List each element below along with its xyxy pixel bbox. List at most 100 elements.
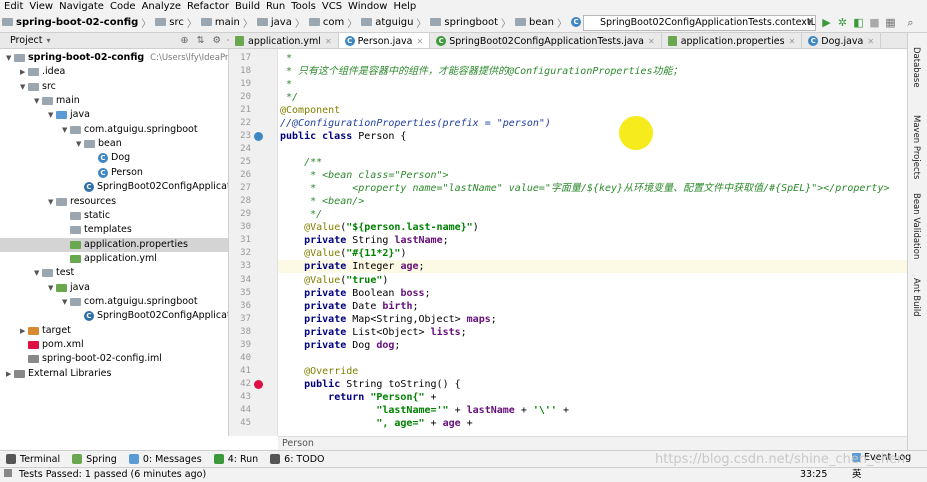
- code-line[interactable]: "lastName='" + lastName + '\'' +: [280, 404, 569, 417]
- expand-arrow-icon[interactable]: ▼: [62, 123, 70, 137]
- tree-item-target[interactable]: ▶ target: [20, 324, 71, 338]
- code-line[interactable]: @Value("${person.last-name}"): [280, 221, 479, 234]
- expand-arrow-icon[interactable]: ▶: [20, 65, 28, 79]
- code-editor[interactable]: * * 只有这个组件是容器中的组件，才能容器提供的@ConfigurationP…: [278, 49, 907, 436]
- run-config-select[interactable]: SpringBoot02ConfigApplicationTests.conte…: [583, 15, 816, 31]
- debug-icon[interactable]: ✲: [836, 16, 849, 29]
- tab-application-yml[interactable]: application.yml ✕: [229, 33, 339, 48]
- search-icon[interactable]: ⌕: [904, 16, 917, 29]
- menu-item-refactor[interactable]: Refactor: [187, 1, 229, 12]
- code-line[interactable]: private Map<String,Object> maps;: [280, 313, 497, 326]
- menu-item-navigate[interactable]: Navigate: [59, 1, 104, 12]
- coverage-icon[interactable]: ◧: [852, 16, 865, 29]
- tool-window-0-messages[interactable]: 0: Messages: [128, 454, 202, 465]
- code-line[interactable]: @Component: [280, 104, 340, 117]
- stop-icon[interactable]: ■: [868, 16, 881, 29]
- code-line[interactable]: * <property name="lastName" value="字面量/$…: [280, 182, 889, 195]
- tree-item-static[interactable]: static: [62, 209, 110, 223]
- close-icon[interactable]: ✕: [867, 37, 874, 46]
- menu-item-edit[interactable]: Edit: [4, 1, 23, 12]
- code-line[interactable]: * <bean class="Person">: [280, 169, 448, 182]
- breadcrumb-atguigu[interactable]: atguigu 〉: [361, 15, 426, 30]
- tree-item--idea[interactable]: ▶ .idea: [20, 65, 65, 79]
- code-line[interactable]: @Value("#{11*2}"): [280, 247, 406, 260]
- tree-item-external-libraries[interactable]: ▶ External Libraries: [6, 367, 111, 381]
- tree-item-dog[interactable]: C Dog: [90, 151, 130, 165]
- code-line[interactable]: public String toString() {: [280, 378, 461, 391]
- menu-item-run[interactable]: Run: [266, 1, 285, 12]
- menu-item-window[interactable]: Window: [348, 1, 387, 12]
- project-panel-title[interactable]: Project: [10, 35, 43, 46]
- close-icon[interactable]: ✕: [417, 37, 424, 46]
- expand-arrow-icon[interactable]: ▼: [34, 266, 42, 280]
- tool-window-6-todo[interactable]: 6: TODO: [270, 454, 325, 465]
- breadcrumb-src[interactable]: src 〉: [155, 15, 197, 30]
- code-line[interactable]: *: [280, 52, 298, 65]
- breadcrumb-springboot[interactable]: springboot 〉: [430, 15, 511, 30]
- tree-item-spring-boot-02-config-iml[interactable]: spring-boot-02-config.iml: [20, 352, 162, 366]
- expand-arrow-icon[interactable]: ▼: [48, 195, 56, 209]
- layout-icon[interactable]: ▦: [884, 16, 897, 29]
- settings-icon[interactable]: ⊕: [181, 35, 189, 46]
- menu-item-tools[interactable]: Tools: [291, 1, 316, 12]
- code-line[interactable]: private List<Object> lists;: [280, 326, 467, 339]
- tree-item-bean[interactable]: ▼ bean: [76, 137, 122, 151]
- expand-arrow-icon[interactable]: ▶: [20, 324, 28, 338]
- tool-window-spring[interactable]: Spring: [72, 454, 117, 465]
- tree-item-test[interactable]: ▼ test: [34, 266, 74, 280]
- tab-dog-java[interactable]: C Dog.java ✕: [802, 33, 882, 48]
- code-line[interactable]: //@ConfigurationProperties(prefix = "per…: [280, 117, 551, 130]
- code-line[interactable]: */: [280, 208, 322, 221]
- ime-indicator[interactable]: 英: [852, 468, 862, 482]
- editor-breadcrumb[interactable]: Person: [278, 436, 907, 450]
- menu-item-view[interactable]: View: [29, 1, 53, 12]
- tool-bean-validation[interactable]: Bean Validation: [911, 193, 921, 259]
- menu-item-help[interactable]: Help: [393, 1, 416, 12]
- expand-arrow-icon[interactable]: ▼: [20, 80, 28, 94]
- tool-window-terminal[interactable]: Terminal: [6, 454, 60, 465]
- tree-item-src[interactable]: ▼ src: [20, 80, 56, 94]
- expand-arrow-icon[interactable]: ▼: [6, 51, 14, 65]
- tree-item-springboot02configapplicationt[interactable]: CSpringBoot02ConfigApplicationT: [76, 309, 228, 323]
- breadcrumb-java[interactable]: java 〉: [256, 15, 305, 30]
- code-line[interactable]: private Boolean boss;: [280, 287, 430, 300]
- code-line[interactable]: private Date birth;: [280, 300, 418, 313]
- tree-item-templates[interactable]: templates: [62, 223, 132, 237]
- breadcrumb-bean[interactable]: bean 〉: [515, 15, 567, 30]
- expand-arrow-icon[interactable]: ▶: [6, 367, 14, 381]
- tree-item-application-properties[interactable]: application.properties: [0, 237, 228, 252]
- code-line[interactable]: *: [280, 78, 292, 91]
- chevron-down-icon[interactable]: ▾: [47, 36, 51, 45]
- tool-ant-build[interactable]: Ant Build: [911, 278, 921, 317]
- code-line[interactable]: @Override: [280, 365, 358, 378]
- tree-item-spring-boot-02-config[interactable]: ▼ spring-boot-02-config C:\Users\lfy\IdeaP…: [6, 51, 228, 65]
- tree-item-pom-xml[interactable]: pom.xml: [20, 338, 84, 352]
- tab-springboot02configapplicationtests-java[interactable]: C SpringBoot02ConfigApplicationTests.java…: [430, 33, 662, 48]
- tree-item-com-atguigu-springboot[interactable]: ▼ com.atguigu.springboot: [62, 295, 198, 309]
- close-icon[interactable]: ✕: [648, 37, 655, 46]
- close-icon[interactable]: ✕: [325, 37, 332, 46]
- menu-item-analyze[interactable]: Analyze: [142, 1, 181, 12]
- code-line[interactable]: return "Person{" +: [280, 391, 436, 404]
- code-line[interactable]: */: [280, 91, 298, 104]
- tool-maven-projects[interactable]: Maven Projects: [911, 115, 921, 179]
- code-line[interactable]: @Value("true"): [280, 274, 388, 287]
- code-line[interactable]: * <bean/>: [280, 195, 364, 208]
- gear-icon[interactable]: ⚙: [212, 35, 221, 46]
- code-line[interactable]: private Dog dog;: [280, 339, 400, 352]
- tree-item-resources[interactable]: ▼ resources: [48, 195, 116, 209]
- run-icon[interactable]: ▶: [820, 16, 833, 29]
- tool-database[interactable]: Database: [911, 47, 921, 88]
- collapse-icon[interactable]: ⇅: [197, 35, 205, 46]
- expand-arrow-icon[interactable]: ▼: [76, 137, 84, 151]
- code-line[interactable]: ", age=" + age +: [280, 417, 472, 430]
- code-line[interactable]: * 只有这个组件是容器中的组件，才能容器提供的@ConfigurationPro…: [280, 65, 683, 78]
- tree-item-application-yml[interactable]: application.yml: [62, 252, 157, 266]
- tree-item-com-atguigu-springboot[interactable]: ▼ com.atguigu.springboot: [62, 123, 198, 137]
- expand-arrow-icon[interactable]: ▼: [48, 108, 56, 122]
- menu-item-vcs[interactable]: VCS: [322, 1, 342, 12]
- expand-arrow-icon[interactable]: ▼: [48, 281, 56, 295]
- tab-application-properties[interactable]: application.properties ✕: [662, 33, 803, 48]
- menu-item-code[interactable]: Code: [110, 1, 136, 12]
- menu-item-build[interactable]: Build: [235, 1, 260, 12]
